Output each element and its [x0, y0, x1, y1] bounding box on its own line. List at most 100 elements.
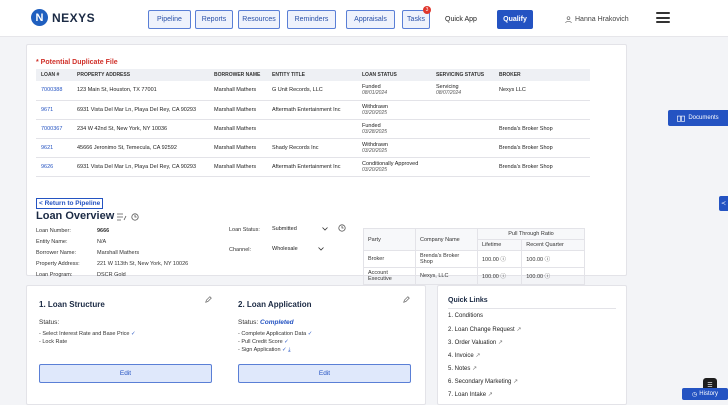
channel-select[interactable]: Wholesale: [269, 243, 327, 254]
lifetime-value: 100.00: [482, 274, 499, 280]
clock-icon[interactable]: [131, 213, 139, 221]
recent-value: 100.00: [526, 274, 544, 280]
nav-pipeline-button[interactable]: Pipeline: [148, 10, 191, 29]
nexys-logo[interactable]: N NEXYS: [31, 9, 95, 26]
checkmark-icon: ✓: [284, 339, 289, 345]
property-address-cell: 123 Main St, Houston, TX 77001: [72, 81, 209, 101]
nav-resources-button[interactable]: Resources: [238, 10, 280, 29]
quick-link-item[interactable]: 1. Conditions: [448, 313, 483, 319]
chevron-down-icon: [318, 246, 324, 251]
pt-header-party: Party: [363, 228, 416, 251]
channel-label: Channel:: [229, 247, 252, 253]
application-item: - Sign Application ✓ ⤓: [238, 346, 291, 354]
structure-item-text: - Select Interest Rate and Base Price: [39, 331, 130, 337]
quick-link-item[interactable]: 3. Order Valuation ↗: [448, 339, 503, 346]
external-link-icon: ↗: [497, 340, 503, 346]
share-icon[interactable]: ≺: [719, 196, 728, 211]
quick-link-item[interactable]: 7. Loan Intake ↗: [448, 391, 493, 398]
application-item: - Pull Credit Score ✓: [238, 338, 289, 346]
entity-cell: Aftermath Entertainment Inc: [267, 157, 357, 177]
documents-button[interactable]: Documents: [668, 110, 728, 126]
nav-reminders-button[interactable]: Reminders: [287, 10, 336, 29]
edit-icon[interactable]: [403, 296, 410, 303]
channel-value: Wholesale: [272, 245, 298, 252]
entity-cell: G Unit Records, LLC: [267, 81, 357, 101]
col-loan-status: LOAN STATUS: [357, 69, 431, 81]
col-broker: BROKER: [494, 69, 590, 81]
borrower-cell: Marshall Mathers: [209, 119, 267, 139]
user-name: Hanna Hrakovich: [575, 16, 629, 23]
user-menu[interactable]: Hanna Hrakovich: [565, 10, 629, 29]
loan-application-edit-button[interactable]: Edit: [238, 364, 411, 383]
loan-structure-title: 1. Loan Structure: [39, 300, 105, 309]
property-address-cell: 234 W 42nd St, New York, NY 10036: [72, 119, 209, 139]
loan-status-select[interactable]: Submitted: [269, 223, 331, 234]
party-cell: Broker: [363, 250, 416, 268]
nav-quick-app-link[interactable]: Quick App: [445, 10, 477, 29]
external-link-icon: ↗: [487, 392, 493, 398]
lifetime-cell: 100.00 ⓘ: [476, 267, 523, 285]
history-button[interactable]: ◷ History: [682, 388, 728, 400]
external-link-icon: ↗: [516, 327, 522, 333]
edit-icon[interactable]: [205, 296, 212, 303]
loan-status-date: 03/20/2025: [362, 166, 388, 173]
logo-text: NEXYS: [52, 10, 96, 25]
servicing-status-cell: [431, 157, 494, 177]
application-item: - Complete Application Data ✓: [238, 330, 312, 338]
qualify-button[interactable]: Qualify: [497, 10, 533, 29]
info-icon: ⓘ: [500, 274, 506, 280]
download-icon[interactable]: ⤓: [288, 347, 290, 353]
table-row: 7000367 234 W 42nd St, New York, NY 10036…: [36, 119, 590, 139]
loan-number-link[interactable]: 7000367: [36, 119, 72, 139]
loan-status-text: Conditionally Approved: [362, 160, 419, 167]
entity-name-value: N/A: [97, 239, 107, 245]
party-cell: Account Executive: [363, 267, 416, 285]
quick-link-item[interactable]: 6. Secondary Marketing ↗: [448, 378, 518, 385]
entity-cell: Aftermath Entertainment Inc: [267, 100, 357, 120]
history-clock-icon: ◷: [692, 391, 698, 398]
loan-number-link[interactable]: 9671: [36, 100, 72, 120]
loan-structure-edit-button[interactable]: Edit: [39, 364, 212, 383]
top-navigation-bar: N NEXYS Pipeline Reports Resources Remin…: [0, 0, 728, 37]
quick-link-label: 5. Notes: [448, 366, 471, 372]
loan-number-link[interactable]: 9626: [36, 157, 72, 177]
loan-number-link[interactable]: 7000388: [36, 81, 72, 101]
quick-link-item[interactable]: 4. Invoice ↗: [448, 352, 480, 359]
broker-cell: Brenda's Broker Shop: [494, 119, 590, 139]
logo-mark: N: [31, 9, 48, 26]
borrower-name-label: Borrower Name:: [36, 250, 77, 256]
col-borrower: BORROWER NAME: [209, 69, 267, 81]
col-servicing: SERVICING STATUS: [431, 69, 494, 81]
nav-appraisals-button[interactable]: Appraisals: [346, 10, 395, 29]
property-address-value: 221 W 113th St, New York, NY 10026: [97, 261, 189, 267]
quick-link-item[interactable]: 5. Notes ↗: [448, 365, 477, 372]
servicing-status-cell: [431, 119, 494, 139]
application-item-text: - Pull Credit Score: [238, 339, 283, 345]
pt-header-recent: Recent Quarter: [521, 239, 585, 251]
duplicate-files-table: LOAN # PROPERTY ADDRESS BORROWER NAME EN…: [36, 69, 590, 177]
pull-through-row: Broker Brenda's Broker Shop 100.00 ⓘ 100.00…: [363, 250, 585, 268]
pull-through-table: Party Company Name Pull Through Ratio Li…: [363, 228, 585, 285]
loan-status-date: 08/01/2024: [362, 90, 388, 97]
application-status-value: Completed: [260, 319, 294, 326]
borrower-cell: Marshall Mathers: [209, 138, 267, 158]
edit-list-icon[interactable]: [117, 213, 127, 221]
loan-status-cell: Withdrawn 03/20/2025: [357, 100, 431, 120]
quick-link-label: 6. Secondary Marketing: [448, 379, 512, 385]
loan-application-title: 2. Loan Application: [238, 300, 312, 309]
loan-number-value: 9666: [97, 228, 110, 234]
return-to-pipeline-link[interactable]: < Return to Pipeline: [36, 198, 104, 209]
broker-cell: Brenda's Broker Shop: [494, 157, 590, 177]
borrower-cell: Marshall Mathers: [209, 100, 267, 120]
quick-link-item[interactable]: 2. Loan Change Request ↗: [448, 326, 521, 333]
hamburger-menu-icon[interactable]: [656, 12, 670, 23]
col-loan: LOAN #: [36, 69, 72, 81]
nav-reports-button[interactable]: Reports: [195, 10, 233, 29]
loan-status-date: 03/20/2025: [362, 109, 388, 116]
borrower-name-value: Marshall Mathers: [97, 250, 140, 256]
company-cell: Brenda's Broker Shop: [415, 250, 478, 268]
quick-link-label: 7. Loan Intake: [448, 392, 487, 398]
structure-item: - Lock Rate: [39, 339, 68, 345]
loan-number-link[interactable]: 9621: [36, 138, 72, 158]
status-history-clock-icon[interactable]: [338, 224, 346, 232]
